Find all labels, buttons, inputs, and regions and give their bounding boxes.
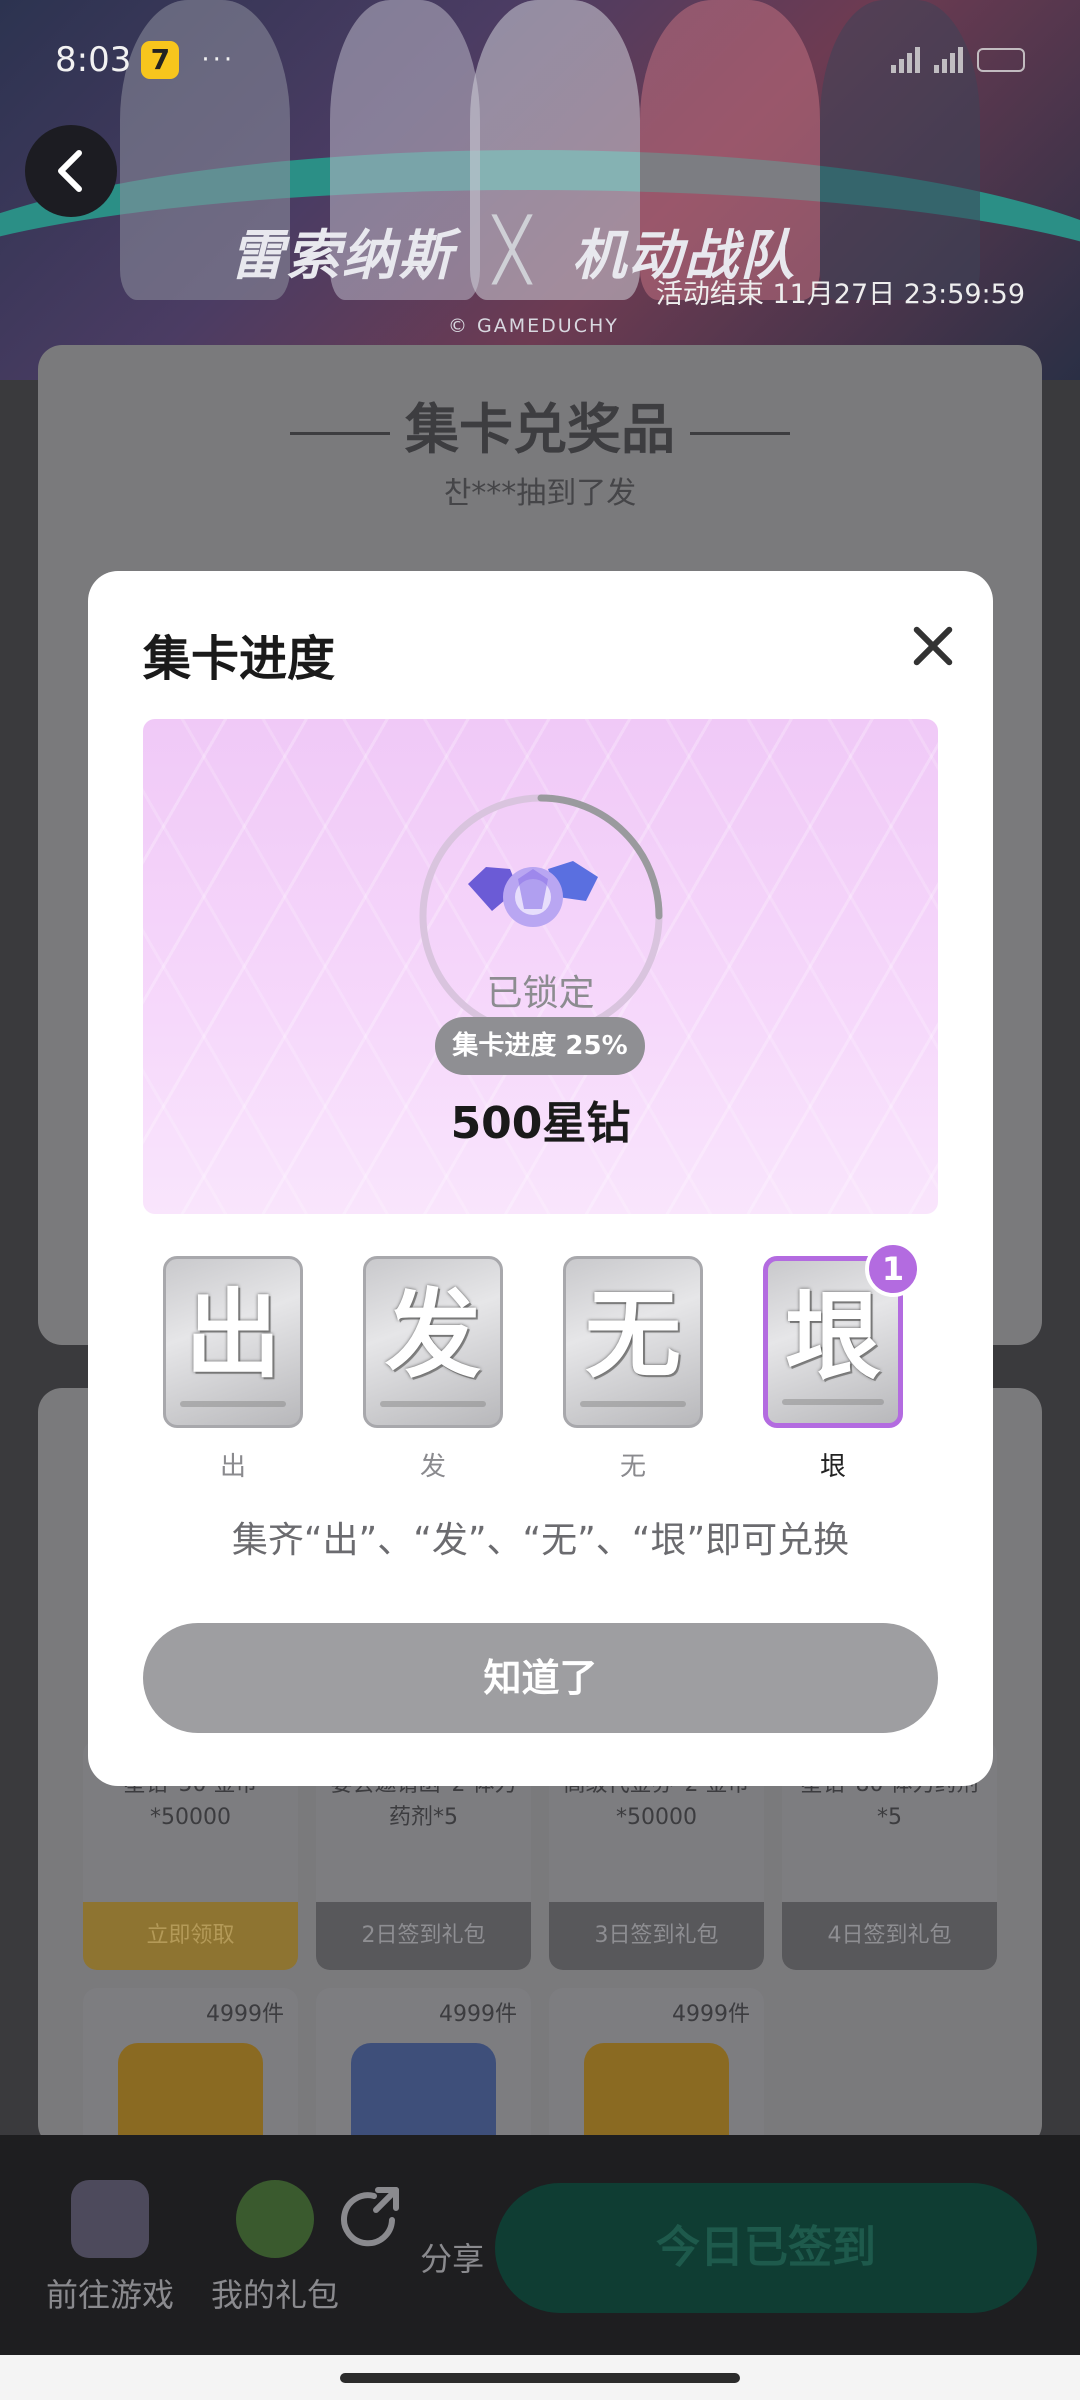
stock-count: 4999件 xyxy=(439,2002,517,2027)
signal-icon xyxy=(934,47,963,73)
app-notification-icon: 7 xyxy=(141,41,180,79)
card-label: 垠 xyxy=(819,1452,846,1482)
prize-name: 500星钻 xyxy=(450,1098,631,1149)
event-end-time: 活动结束 11月27日 23:59:59 xyxy=(655,279,1025,310)
card-image: 无 xyxy=(563,1256,703,1428)
share-label: 分享 xyxy=(420,2240,485,2278)
status-bar: 8:03 7 ··· xyxy=(55,38,1025,82)
status-indicators xyxy=(891,47,1025,73)
stock-count: 4999件 xyxy=(672,2002,750,2027)
share-button[interactable]: 分享 xyxy=(328,2180,488,2280)
card-character: 无 xyxy=(585,1279,681,1391)
card-image: 发 xyxy=(363,1256,503,1428)
status-time: 8:03 xyxy=(55,40,132,80)
card-slot[interactable]: 出 出 xyxy=(163,1256,303,1483)
chevron-left-icon xyxy=(58,150,82,192)
checkin-button[interactable]: 今日已签到 xyxy=(495,2183,1037,2313)
share-icon xyxy=(340,2187,399,2247)
card-panel-title-text: 集卡兑奖品 xyxy=(405,398,675,461)
prize-panel: 已锁定 集卡进度 25% 500星钻 xyxy=(143,719,938,1214)
card-label: 出 xyxy=(219,1452,246,1482)
claim-button[interactable]: 立即领取 xyxy=(83,1902,298,1970)
collect-hint: 集齐“出”、“发”、“无”、“垠”即可兑换 xyxy=(231,1520,850,1561)
gift-bag-icon xyxy=(236,2180,314,2258)
locked-status: 已锁定 xyxy=(486,973,595,1014)
back-button[interactable] xyxy=(25,125,117,217)
banner-credit: © GAMEDUCHY xyxy=(448,315,619,337)
card-label: 发 xyxy=(419,1452,446,1482)
my-gifts-label: 我的礼包 xyxy=(210,2276,339,2314)
card-panel-title: 集卡兑奖品 xyxy=(0,385,1080,464)
card-progress-dialog: 集卡进度 已锁定 集卡进度 25% 500星钻 出 出 发 发 无 无 垠 1 … xyxy=(88,571,993,1786)
close-icon[interactable] xyxy=(903,616,963,676)
dialog-title: 集卡进度 xyxy=(143,631,336,687)
signal-icon xyxy=(891,47,920,73)
card-label: 无 xyxy=(619,1452,646,1482)
logo-cross: ╳ xyxy=(494,215,533,285)
card-slots: 出 出 发 发 无 无 垠 1 垠 xyxy=(163,1241,923,1486)
card-character: 发 xyxy=(385,1279,481,1391)
game-avatar-icon xyxy=(71,2180,149,2258)
gift-day-button[interactable]: 3日签到礼包 xyxy=(549,1902,764,1970)
diamond-icon xyxy=(468,861,598,927)
more-notifications-icon: ··· xyxy=(201,45,236,75)
card-image: 出 xyxy=(163,1256,303,1428)
card-count-badge: 1 xyxy=(865,1241,921,1297)
card-slot[interactable]: 垠 1 垠 xyxy=(763,1241,921,1483)
card-character: 垠 xyxy=(785,1281,881,1393)
go-game-label: 前往游戏 xyxy=(45,2276,174,2314)
gift-day-button[interactable]: 4日签到礼包 xyxy=(782,1902,997,1970)
card-character: 出 xyxy=(185,1279,281,1391)
go-game-button[interactable]: 前往游戏 xyxy=(30,2180,190,2316)
stock-count: 4999件 xyxy=(206,2002,284,2027)
progress-badge: 集卡进度 25% xyxy=(435,1017,645,1075)
gift-day-button[interactable]: 2日签到礼包 xyxy=(316,1902,531,1970)
winner-ticker: 찬***抽到了发 xyxy=(443,476,637,511)
battery-icon xyxy=(977,48,1025,72)
card-slot[interactable]: 无 无 xyxy=(563,1256,703,1483)
card-slot[interactable]: 发 发 xyxy=(363,1256,503,1483)
home-indicator[interactable] xyxy=(340,2373,740,2383)
got-it-button[interactable]: 知道了 xyxy=(143,1623,938,1733)
logo-left: 雷索纳斯 xyxy=(230,223,454,287)
